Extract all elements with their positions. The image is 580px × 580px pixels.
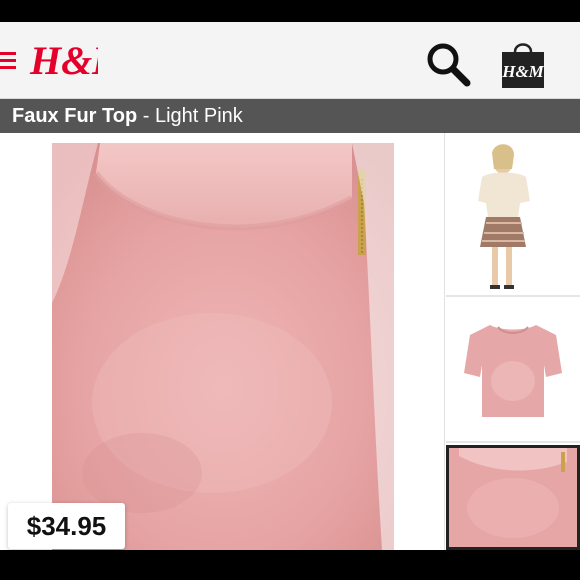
hm-logo[interactable]: H&M bbox=[28, 36, 129, 84]
bag-label: H&M bbox=[501, 62, 544, 81]
thumbnail-top-flat[interactable] bbox=[446, 301, 580, 441]
search-icon[interactable] bbox=[424, 40, 472, 88]
product-name: Faux Fur Top bbox=[12, 105, 138, 127]
gallery-divider bbox=[444, 133, 445, 550]
logo-text: H&M bbox=[29, 38, 98, 83]
thumbnail-separator bbox=[446, 441, 580, 443]
product-color: Light Pink bbox=[154, 105, 243, 127]
product-title-bar: Faux Fur Top - Light Pink bbox=[0, 99, 580, 133]
shopping-bag-icon[interactable]: H&M bbox=[498, 38, 548, 90]
main-product-image[interactable] bbox=[52, 143, 394, 550]
product-content: $34.95 bbox=[0, 133, 580, 550]
thumbnail-separator bbox=[446, 295, 580, 297]
price-badge: $34.95 bbox=[8, 503, 125, 549]
app-header: H&M H&M bbox=[0, 22, 580, 99]
thumbnail-closeup-selected[interactable] bbox=[446, 445, 580, 550]
thumbnail-model[interactable] bbox=[446, 139, 580, 291]
device-frame: H&M H&M Faux Fur Top - Light Pink bbox=[0, 0, 580, 580]
title-separator: - bbox=[137, 105, 155, 127]
menu-icon[interactable] bbox=[0, 52, 16, 72]
app-screen: H&M H&M Faux Fur Top - Light Pink bbox=[0, 22, 580, 550]
